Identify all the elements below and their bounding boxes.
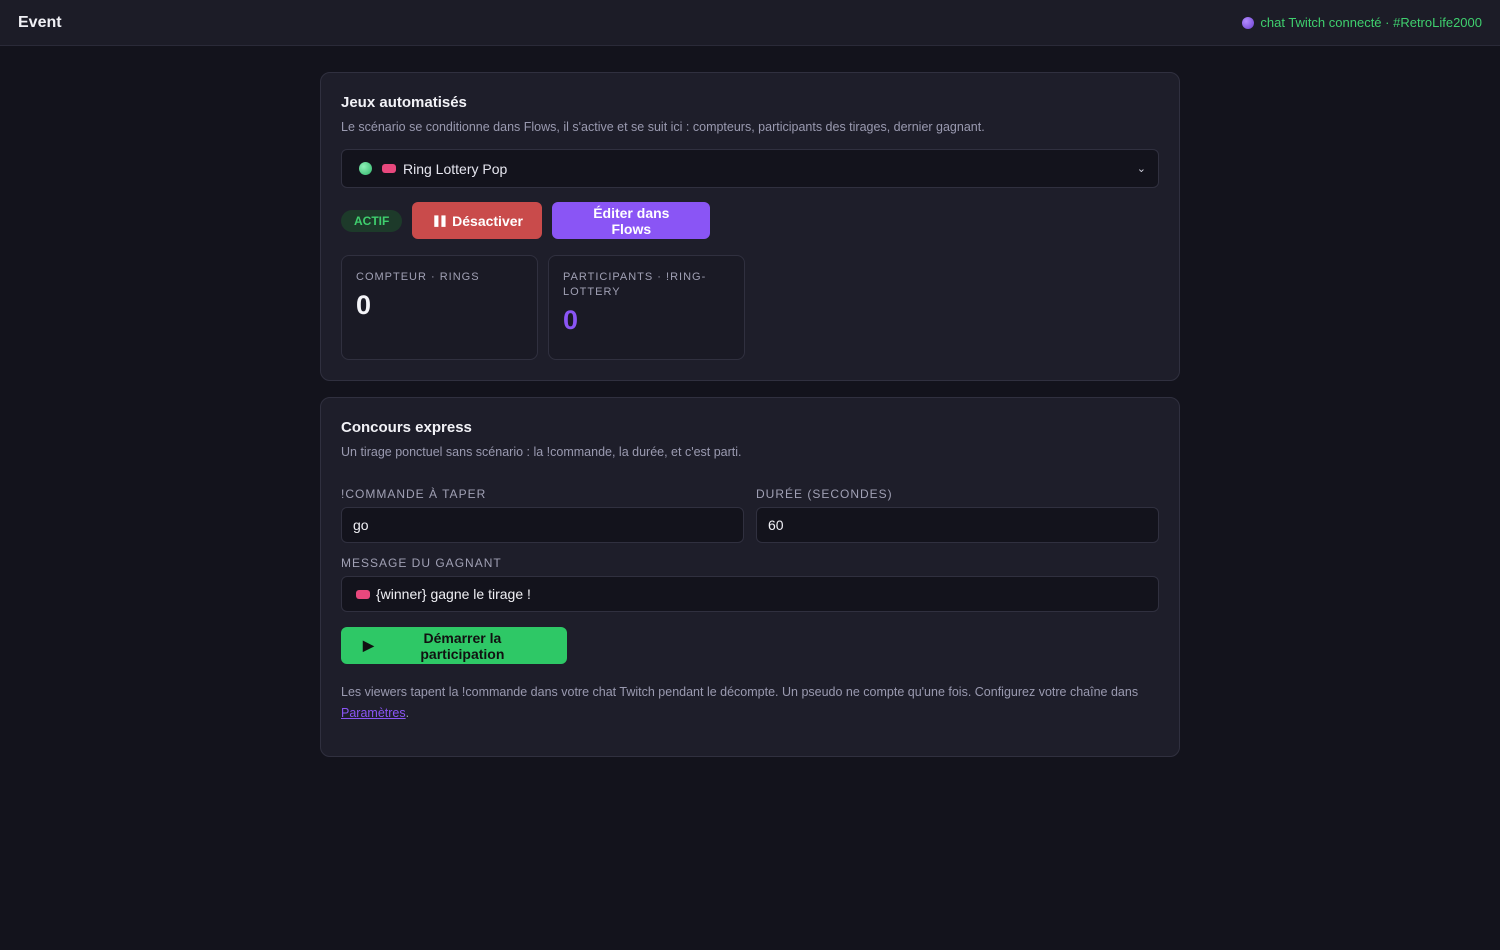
chat-status-text: chat Twitch connecté · #RetroLife2000 bbox=[1260, 15, 1482, 30]
command-value: go bbox=[353, 517, 369, 533]
deactivate-button[interactable]: ❚❚ Désactiver bbox=[412, 202, 543, 239]
command-field: !COMMANDE À TAPER go bbox=[341, 487, 744, 543]
express-description: Un tirage ponctuel sans scénario : la !c… bbox=[341, 445, 742, 459]
duration-field: DURÉE (SECONDES) 60 bbox=[756, 487, 1159, 543]
chevron-down-icon: ⌄ bbox=[1136, 163, 1146, 175]
game-select[interactable]: Ring Lottery Pop ⌄ bbox=[341, 149, 1159, 188]
help-note: Les viewers tapent la !commande dans vot… bbox=[341, 682, 1159, 736]
express-card: Concours express Un tirage ponctuel sans… bbox=[320, 397, 1180, 757]
winner-message-input[interactable]: {winner} gagne le tirage ! bbox=[341, 576, 1159, 612]
deactivate-label: Désactiver bbox=[452, 212, 523, 229]
pink-tag-icon bbox=[356, 589, 370, 599]
note-end: . bbox=[405, 706, 410, 720]
duration-input[interactable]: 60 bbox=[756, 507, 1159, 543]
games-title: Jeux automatisés bbox=[341, 94, 467, 111]
pink-tag-icon bbox=[382, 164, 396, 173]
chat-status: chat Twitch connecté · #RetroLife2000 bbox=[1242, 15, 1482, 30]
games-card: Jeux automatisés Le scénario se conditio… bbox=[320, 72, 1180, 381]
edit-in-flows-button[interactable]: Éditer dans Flows bbox=[552, 202, 711, 239]
start-row: ▶ Démarrer la participation bbox=[341, 627, 1159, 664]
counter-rings: COMPTEUR · RINGS 0 bbox=[341, 255, 538, 360]
top-bar: Event chat Twitch connecté · #RetroLife2… bbox=[0, 0, 1500, 46]
command-label: !COMMANDE À TAPER bbox=[341, 487, 487, 501]
settings-link[interactable]: Paramètres bbox=[341, 706, 406, 720]
winner-value: {winner} gagne le tirage ! bbox=[376, 586, 531, 602]
command-input[interactable]: go bbox=[341, 507, 744, 543]
pause-icon: ❚❚ bbox=[431, 215, 449, 227]
twitch-dot-icon bbox=[1242, 16, 1255, 29]
play-icon: ▶ bbox=[363, 637, 374, 653]
counter-value: 0 bbox=[356, 290, 372, 320]
duration-label: DURÉE (SECONDES) bbox=[756, 487, 893, 501]
note-text: Les viewers tapent la !commande dans vot… bbox=[341, 685, 1139, 699]
game-select-value: Ring Lottery Pop bbox=[403, 160, 508, 177]
game-actions: ACTIF ❚❚ Désactiver Éditer dans Flows bbox=[341, 202, 1159, 239]
counters: COMPTEUR · RINGS 0 PARTICIPANTS · !RING-… bbox=[341, 255, 1159, 360]
counter-label: COMPTEUR · RINGS bbox=[356, 271, 480, 283]
green-dot-icon bbox=[359, 162, 372, 175]
counter-value: 0 bbox=[563, 305, 579, 335]
start-label: Démarrer la participation bbox=[420, 629, 505, 662]
status-badge: ACTIF bbox=[341, 209, 403, 232]
express-fields: !COMMANDE À TAPER go DURÉE (SECONDES) 60 bbox=[341, 487, 1159, 543]
counter-label: PARTICIPANTS · !RING-LOTTERY bbox=[563, 271, 707, 298]
page-title: Event bbox=[18, 13, 62, 31]
main-content: Jeux automatisés Le scénario se conditio… bbox=[320, 72, 1180, 757]
winner-field: MESSAGE DU GAGNANT {winner} gagne le tir… bbox=[341, 556, 1159, 612]
winner-label: MESSAGE DU GAGNANT bbox=[341, 556, 502, 570]
duration-value: 60 bbox=[768, 517, 784, 533]
counter-participants: PARTICIPANTS · !RING-LOTTERY 0 bbox=[548, 255, 745, 360]
start-participation-button[interactable]: ▶ Démarrer la participation bbox=[341, 627, 567, 664]
express-title: Concours express bbox=[341, 419, 472, 436]
games-description: Le scénario se conditionne dans Flows, i… bbox=[341, 120, 985, 134]
